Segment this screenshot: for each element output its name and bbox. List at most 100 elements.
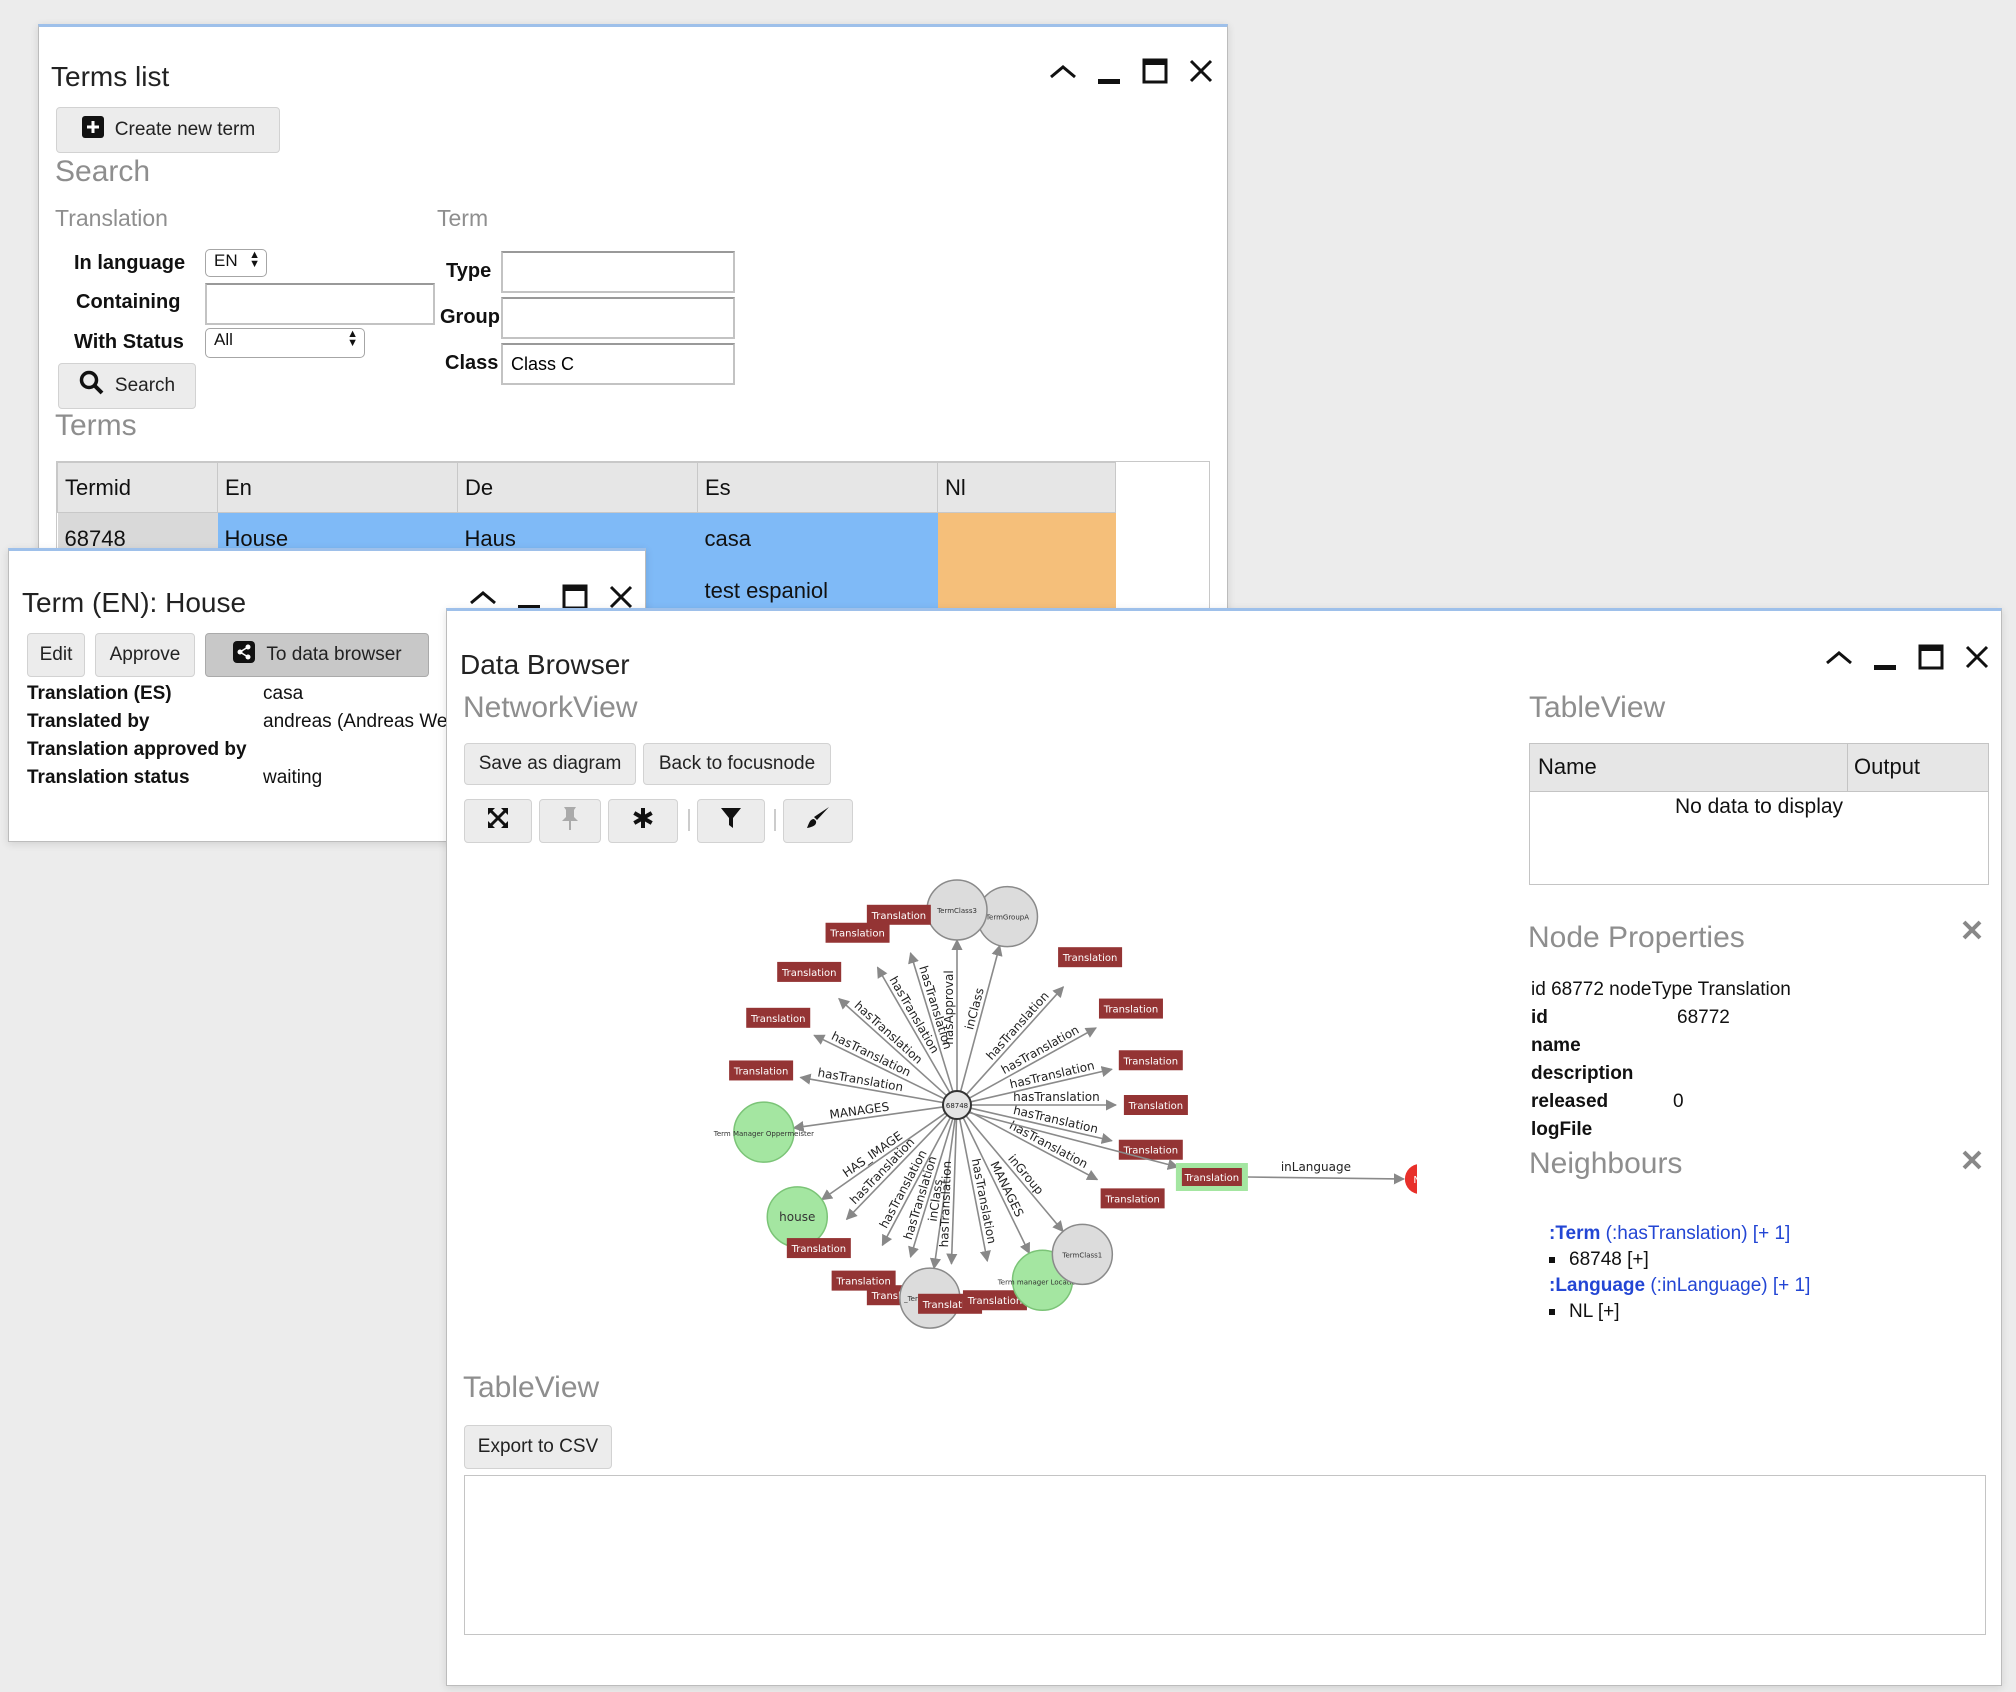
close-node-properties-icon[interactable]: [1961, 919, 1983, 946]
fit-view-button[interactable]: [464, 799, 532, 843]
export-csv-button[interactable]: Export to CSV: [464, 1425, 612, 1469]
center-node-label: 68748: [946, 1102, 968, 1110]
brush-icon: [805, 805, 831, 837]
save-as-diagram-button[interactable]: Save as diagram: [464, 743, 636, 785]
in-language-label: In language: [74, 252, 186, 274]
node-summary: id 68772 nodeType Translation: [1531, 979, 1791, 1000]
search-button[interactable]: Search: [58, 363, 196, 409]
node-released-key: released: [1531, 1091, 1609, 1112]
style-brush-button[interactable]: [783, 799, 853, 843]
node-id-value: 68772: [1677, 1007, 1730, 1028]
type-label: Type: [446, 260, 492, 282]
bottom-table-area: [464, 1475, 1986, 1635]
translation-node-label: Translation: [1128, 1101, 1184, 1112]
neighbour-term-label: :Term: [1549, 1223, 1601, 1244]
column-header-termid[interactable]: Termid: [57, 462, 218, 513]
neighbour-language-rel: (:inLanguage) [+ 1]: [1650, 1275, 1811, 1296]
column-header-en[interactable]: En: [217, 462, 458, 513]
graph-edge-label: hasTranslation: [1013, 1090, 1100, 1104]
neighbour-group-term[interactable]: :Term (:hasTranslation) [+ 1]: [1549, 1223, 1790, 1245]
neighbour-item-language[interactable]: NL [+]: [1549, 1301, 1620, 1323]
share-icon: [232, 640, 256, 670]
collapse-icon[interactable]: [1047, 55, 1079, 87]
back-to-focusnode-button[interactable]: Back to focusnode: [643, 743, 831, 785]
column-header-es[interactable]: Es: [697, 462, 938, 513]
in-language-edge[interactable]: [1247, 1173, 1406, 1185]
close-neighbours-icon[interactable]: [1961, 1149, 1983, 1176]
neighbour-group-language[interactable]: :Language (:inLanguage) [+ 1]: [1549, 1275, 1810, 1297]
language-select-value: EN: [214, 251, 238, 270]
gray-node-label: TermGroupA: [985, 914, 1029, 922]
toolbar-divider: [688, 809, 690, 831]
window-title: Data Browser: [460, 649, 630, 680]
tableview-heading-right: TableView: [1529, 691, 1666, 724]
minimize-icon[interactable]: [1093, 55, 1125, 87]
asterisk-icon: [631, 806, 655, 836]
create-new-term-button[interactable]: Create new term: [56, 107, 280, 153]
pin-button[interactable]: [539, 799, 601, 843]
maximize-icon[interactable]: [1139, 55, 1171, 87]
class-label: Class: [445, 352, 499, 374]
translated-by-key: Translated by: [27, 711, 150, 732]
translation-node-label: Translation: [1184, 1173, 1240, 1184]
status-select-value: All: [214, 330, 233, 349]
plus-icon: [81, 115, 105, 145]
node-properties-heading: Node Properties: [1528, 921, 1745, 954]
data-browser-window: Data Browser NetworkView Save as diagram…: [446, 608, 2002, 1686]
column-header-output[interactable]: Output: [1848, 744, 1988, 792]
containing-label: Containing: [76, 291, 181, 313]
green-node-label: Term Manager Oppermeister: [713, 1130, 814, 1138]
window-controls: [1823, 641, 1993, 673]
language-node-label: NL: [1413, 1175, 1417, 1186]
translation-node-label: Translation: [1062, 953, 1118, 964]
window-controls: [1047, 55, 1217, 87]
edit-button[interactable]: Edit: [27, 633, 85, 677]
translation-node-label: Translation: [781, 968, 837, 979]
group-label: Group: [440, 306, 500, 328]
approve-button[interactable]: Approve: [95, 633, 195, 677]
search-icon: [79, 370, 105, 402]
terms-heading: Terms: [55, 409, 137, 442]
filter-button[interactable]: [697, 799, 765, 843]
select-arrows-icon: ▲ ▼: [347, 328, 358, 349]
table-header-row: Termid En De Es Nl: [57, 462, 1116, 513]
column-header-name[interactable]: Name: [1530, 744, 1848, 792]
filter-icon: [720, 806, 742, 836]
column-header-de[interactable]: De: [457, 462, 698, 513]
column-header-nl[interactable]: Nl: [937, 462, 1116, 513]
network-graph[interactable]: MANAGESHAS_IMAGEhasTranslationhasTransla…: [597, 847, 1417, 1367]
close-icon[interactable]: [1185, 55, 1217, 87]
green-node-label: house: [779, 1210, 815, 1224]
language-select[interactable]: EN ▲ ▼: [205, 249, 267, 277]
expand-arrows-icon: [486, 806, 510, 836]
class-input[interactable]: [501, 343, 735, 385]
all-nodes-button[interactable]: [608, 799, 678, 843]
translation-node-label: Translation: [829, 929, 885, 940]
translation-node-label: Translation: [1104, 1194, 1160, 1205]
to-data-browser-button[interactable]: To data browser: [205, 633, 429, 677]
network-view-heading: NetworkView: [463, 691, 638, 724]
graph-edge-label: hasTranslation: [937, 1161, 954, 1248]
translation-heading: Translation: [55, 205, 168, 231]
bullet-icon: [1549, 1308, 1555, 1315]
containing-input[interactable]: [205, 283, 435, 325]
search-heading: Search: [55, 155, 151, 188]
node-id-key: id: [1531, 1007, 1548, 1028]
type-input[interactable]: [501, 251, 735, 293]
close-icon[interactable]: [1961, 641, 1993, 673]
translation-node-label: Translation: [871, 911, 927, 922]
toolbar-divider: [774, 809, 776, 831]
node-logfile-key: logFile: [1531, 1119, 1593, 1140]
term-heading: Term: [437, 205, 489, 231]
minimize-icon[interactable]: [1869, 641, 1901, 673]
node-description-key: description: [1531, 1063, 1634, 1084]
cell-nl: [937, 512, 1116, 565]
bullet-icon: [1549, 1256, 1555, 1263]
group-input[interactable]: [501, 297, 735, 339]
collapse-icon[interactable]: [1823, 641, 1855, 673]
maximize-icon[interactable]: [1915, 641, 1947, 673]
status-select[interactable]: All ▲ ▼: [205, 328, 365, 358]
translation-node-label: Translation: [733, 1066, 789, 1077]
neighbour-item-term[interactable]: 68748 [+]: [1549, 1249, 1649, 1271]
approved-by-key: Translation approved by: [27, 739, 247, 760]
